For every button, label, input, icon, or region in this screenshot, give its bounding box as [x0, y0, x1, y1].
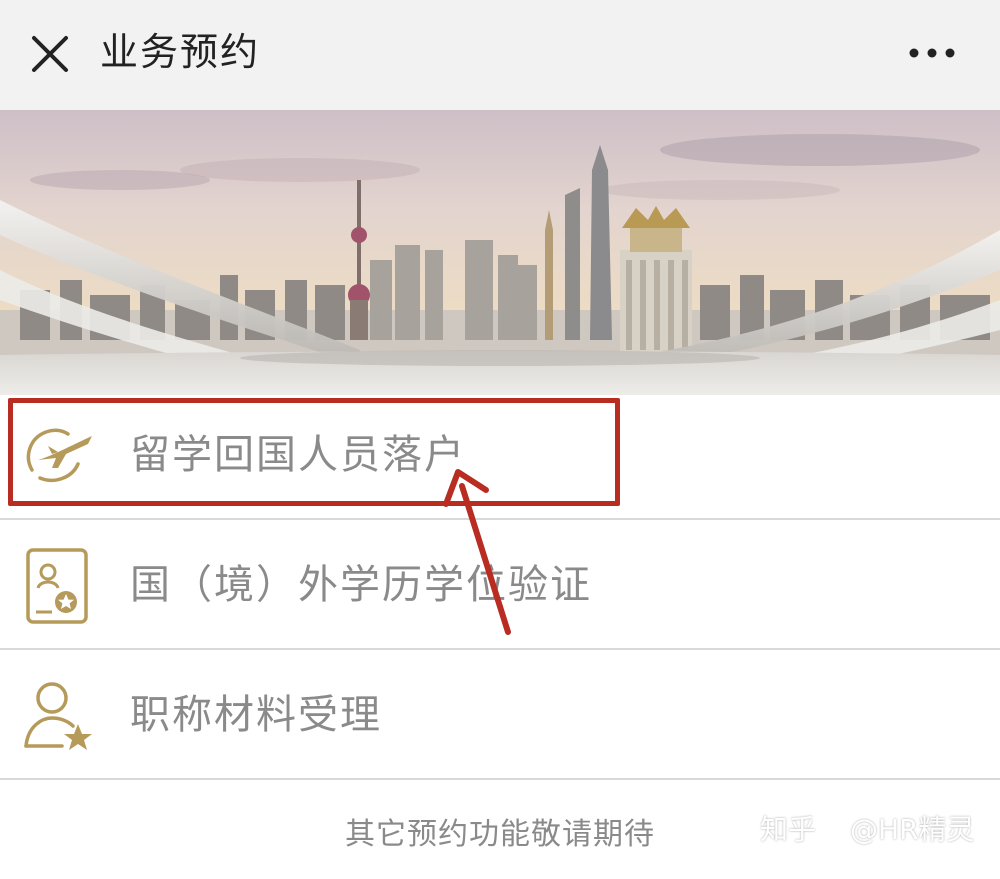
watermark-separator-icon [822, 820, 845, 842]
certificate-icon [18, 542, 98, 628]
menu-item-label: 留学回国人员落户 [130, 432, 466, 478]
divider [0, 778, 1000, 780]
watermark-site: 知乎 [760, 813, 817, 846]
user-star-icon [18, 672, 98, 758]
menu-item-label: 国（境）外学历学位验证 [130, 562, 592, 608]
city-skyline-banner [0, 110, 1000, 395]
menu-item-label: 职称材料受理 [130, 692, 382, 738]
menu-item-foreign-degree-verification[interactable]: 国（境）外学历学位验证 [0, 520, 1000, 650]
airplane-globe-icon [18, 412, 98, 498]
close-icon[interactable] [22, 26, 78, 82]
watermark: 知乎 @HR精灵 [760, 810, 975, 850]
top-bar: 业务预约 [0, 0, 1000, 110]
more-options-icon[interactable] [900, 30, 964, 76]
menu-item-returnee-household-registration[interactable]: 留学回国人员落户 [0, 390, 1000, 520]
page-title: 业务预约 [100, 30, 261, 74]
watermark-author: @HR精灵 [850, 813, 975, 846]
menu-item-professional-title-materials[interactable]: 职称材料受理 [0, 650, 1000, 780]
